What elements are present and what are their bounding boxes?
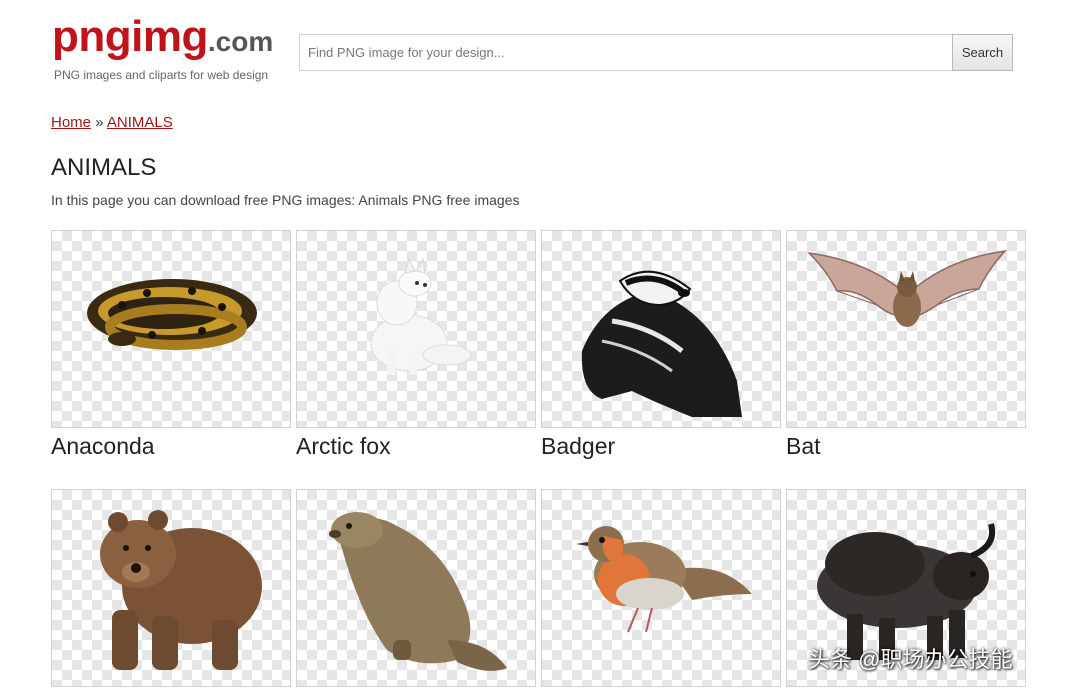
watermark-text: 头条 @职场办公技能 [808, 647, 1013, 672]
image-card: Arctic fox [296, 230, 536, 460]
image-card [541, 489, 781, 691]
search-form: Search [299, 34, 1013, 71]
badger-image [581, 270, 742, 417]
page-description: In this page you can download free PNG i… [51, 192, 520, 208]
arctic-fox-image [370, 257, 472, 375]
site-logo[interactable]: pngimg.com PNG images and cliparts for w… [52, 12, 274, 82]
image-card: Bat [786, 230, 1026, 460]
image-card-thumbnail-marmot[interactable] [296, 489, 536, 687]
breadcrumb-separator: » [95, 114, 104, 131]
search-input[interactable] [299, 34, 952, 71]
robin-image [576, 526, 752, 633]
breadcrumb: Home » ANIMALS [51, 114, 173, 131]
breadcrumb-current-link[interactable]: ANIMALS [107, 114, 173, 131]
image-card-thumbnail-robin[interactable] [541, 489, 781, 687]
image-card-thumbnail-bat[interactable] [786, 230, 1026, 428]
search-button[interactable]: Search [952, 34, 1013, 71]
image-card: Anaconda [51, 230, 291, 460]
image-card [296, 489, 536, 691]
image-card-thumbnail-anaconda[interactable] [51, 230, 291, 428]
marmot-image [329, 512, 507, 671]
logo-main-text: pngimg [52, 12, 208, 61]
image-card-thumbnail-brown-bear[interactable] [51, 489, 291, 687]
page-title: ANIMALS [51, 154, 157, 181]
anaconda-image [87, 279, 257, 350]
image-card-title-badger[interactable]: Badger [541, 432, 781, 460]
logo-tld-text: .com [207, 26, 274, 57]
image-card: Badger [541, 230, 781, 460]
image-card-title-arctic-fox[interactable]: Arctic fox [296, 432, 536, 460]
image-card-title-anaconda[interactable]: Anaconda [51, 432, 291, 460]
brown-bear-image [100, 510, 262, 670]
image-card-title-bat[interactable]: Bat [786, 432, 1026, 460]
breadcrumb-home-link[interactable]: Home [51, 114, 91, 131]
image-card-thumbnail-badger[interactable] [541, 230, 781, 428]
site-tagline: PNG images and cliparts for web design [54, 68, 269, 82]
image-card-thumbnail-arctic-fox[interactable] [296, 230, 536, 428]
image-card [51, 489, 291, 691]
bat-image [806, 249, 1007, 327]
